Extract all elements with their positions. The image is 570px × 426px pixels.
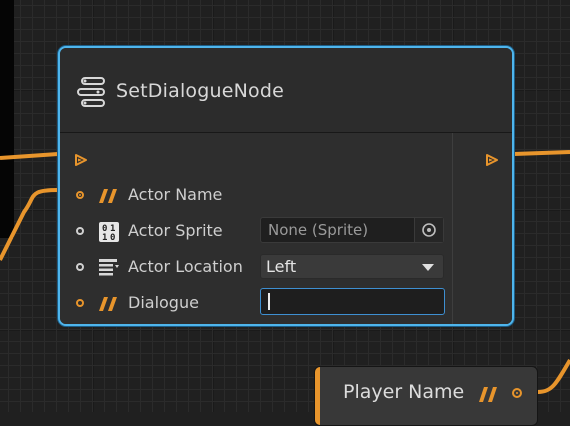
actor-name-label: Actor Name: [128, 185, 223, 204]
chevron-down-icon: [422, 264, 434, 271]
dialogue-label: Dialogue: [128, 293, 199, 312]
actor-location-value: Left: [266, 257, 297, 276]
svg-text:1: 1: [102, 233, 107, 243]
stack-icon: [76, 76, 108, 114]
dialogue-port[interactable]: [76, 299, 84, 307]
string-icon: [478, 384, 500, 410]
exec-wire-in: [0, 152, 59, 160]
exec-in-icon[interactable]: [74, 152, 88, 171]
exec-wire-out: [513, 150, 570, 156]
actor-sprite-port[interactable]: [76, 227, 84, 235]
node-accent-bar: [315, 367, 320, 425]
svg-text:0: 0: [110, 233, 115, 243]
object-picker-button[interactable]: [414, 218, 443, 242]
node-body: Actor Name 0 1 1 0 Actor Sprite None (Sp…: [60, 133, 512, 324]
node-header[interactable]: SetDialogueNode: [60, 48, 512, 133]
actor-name-port[interactable]: [76, 191, 84, 199]
binary-icon: 0 1 1 0: [98, 221, 120, 247]
exec-out-icon[interactable]: [485, 152, 499, 171]
actor-location-port[interactable]: [76, 263, 84, 271]
string-icon: [98, 293, 120, 319]
set-dialogue-node[interactable]: SetDialogueNode Actor Name 0 1 1 0 Actor…: [58, 46, 514, 326]
actor-name-wire: [0, 188, 59, 261]
text-caret: [268, 293, 270, 310]
player-name-wire: [537, 358, 570, 394]
player-name-node[interactable]: Player Name: [314, 366, 538, 426]
dialogue-input[interactable]: [260, 288, 445, 315]
player-name-port[interactable]: [512, 388, 522, 398]
actor-location-dropdown[interactable]: Left: [260, 254, 444, 279]
actor-sprite-field[interactable]: None (Sprite): [260, 217, 444, 243]
target-icon: [422, 223, 436, 237]
actor-sprite-label: Actor Sprite: [128, 221, 223, 240]
node-title: SetDialogueNode: [116, 80, 285, 102]
actor-location-label: Actor Location: [128, 257, 243, 276]
output-divider: [452, 133, 453, 324]
string-icon: [98, 185, 120, 211]
player-name-label: Player Name: [343, 381, 465, 403]
list-icon: [98, 257, 120, 283]
actor-sprite-value: None (Sprite): [268, 221, 369, 239]
